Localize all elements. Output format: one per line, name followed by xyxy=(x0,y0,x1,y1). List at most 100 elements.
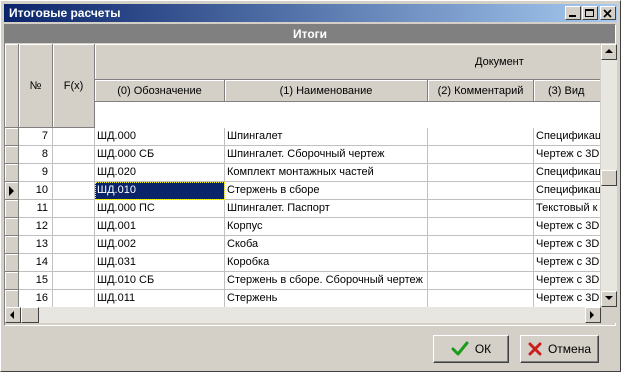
cell-fx[interactable] xyxy=(53,236,95,254)
cell-name[interactable]: Шпингалет. Паспорт xyxy=(225,200,428,218)
minimize-button[interactable] xyxy=(565,6,581,20)
cell-num[interactable]: 9 xyxy=(19,164,53,182)
cell-fx[interactable] xyxy=(53,164,95,182)
cell-num[interactable]: 13 xyxy=(19,236,53,254)
scroll-up-button[interactable] xyxy=(601,44,617,60)
scroll-left-button[interactable] xyxy=(5,307,21,323)
cell-num[interactable]: 15 xyxy=(19,272,53,290)
cancel-button-label: Отмена xyxy=(547,342,592,356)
column-header-designation[interactable]: (0) Обозначение xyxy=(95,80,225,102)
scroll-right-button[interactable] xyxy=(585,307,601,323)
cell-fx[interactable] xyxy=(53,146,95,164)
cell-name[interactable]: Скоба xyxy=(225,236,428,254)
column-header-name[interactable]: (1) Наименование xyxy=(225,80,428,102)
cross-icon xyxy=(528,342,542,356)
row-indicator[interactable] xyxy=(5,146,19,164)
cell-name[interactable]: Корпус xyxy=(225,218,428,236)
cell-name[interactable]: Комплект монтажных частей xyxy=(225,164,428,182)
cell-fx[interactable] xyxy=(53,272,95,290)
row-indicator[interactable] xyxy=(5,128,19,146)
horizontal-scroll-thumb[interactable] xyxy=(21,307,39,323)
cell-designation[interactable]: ШД.031 xyxy=(95,254,225,272)
cell-comment[interactable] xyxy=(428,164,534,182)
cell-type[interactable]: Спецификация xyxy=(534,182,600,200)
cell-num[interactable]: 10 xyxy=(19,182,53,200)
cell-designation[interactable]: ШД.010 xyxy=(95,182,225,200)
cell-num[interactable]: 12 xyxy=(19,218,53,236)
cell-num[interactable]: 14 xyxy=(19,254,53,272)
cell-type[interactable]: Спецификация xyxy=(534,164,600,182)
cell-fx[interactable] xyxy=(53,182,95,200)
cell-designation[interactable]: ШД.002 xyxy=(95,236,225,254)
vertical-scroll-thumb[interactable] xyxy=(601,170,617,186)
title-bar[interactable]: Итоговые расчеты xyxy=(4,4,617,22)
column-header-fx[interactable]: F(x) xyxy=(53,44,95,128)
cell-name[interactable]: Коробка xyxy=(225,254,428,272)
cell-type[interactable]: Чертеж с 3D xyxy=(534,236,600,254)
cell-designation[interactable]: ШД.011 xyxy=(95,290,225,307)
cell-num[interactable]: 7 xyxy=(19,128,53,146)
cell-type[interactable]: Чертеж с 3D xyxy=(534,290,600,307)
cell-comment[interactable] xyxy=(428,254,534,272)
row-indicator[interactable] xyxy=(5,254,19,272)
results-grid[interactable]: № F(x) Документ (0) Обозначение (1) Наим… xyxy=(5,44,600,307)
cell-name[interactable]: Стержень в сборе xyxy=(225,182,428,200)
window-title: Итоговые расчеты xyxy=(9,6,121,20)
cell-type[interactable]: Чертеж с 3D xyxy=(534,272,600,290)
row-indicator[interactable] xyxy=(5,182,19,200)
cell-name[interactable]: Шпингалет. Сборочный чертеж xyxy=(225,146,428,164)
close-icon xyxy=(603,9,612,18)
cell-type[interactable]: Чертеж с 3D xyxy=(534,254,600,272)
cell-type[interactable]: Текстовый к xyxy=(534,200,600,218)
scroll-down-button[interactable] xyxy=(601,291,617,307)
arrow-up-icon xyxy=(605,49,613,53)
cell-num[interactable]: 16 xyxy=(19,290,53,307)
cell-comment[interactable] xyxy=(428,272,534,290)
cell-fx[interactable] xyxy=(53,128,95,146)
cell-comment[interactable] xyxy=(428,128,534,146)
cell-designation[interactable]: ШД.001 xyxy=(95,218,225,236)
cell-num[interactable]: 8 xyxy=(19,146,53,164)
row-indicator[interactable] xyxy=(5,272,19,290)
cell-comment[interactable] xyxy=(428,200,534,218)
cell-comment[interactable] xyxy=(428,290,534,307)
cell-fx[interactable] xyxy=(53,200,95,218)
results-grid-frame: Итоги № F(x) Документ (0) Обозначение (1… xyxy=(4,24,617,326)
row-indicator[interactable] xyxy=(5,218,19,236)
row-indicator[interactable] xyxy=(5,164,19,182)
cell-designation[interactable]: ШД.000 ПС xyxy=(95,200,225,218)
column-header-comment[interactable]: (2) Комментарий xyxy=(428,80,534,102)
cell-comment[interactable] xyxy=(428,182,534,200)
cell-designation[interactable]: ШД.000 СБ xyxy=(95,146,225,164)
row-indicator[interactable] xyxy=(5,236,19,254)
vertical-scrollbar[interactable] xyxy=(601,44,617,307)
ok-button[interactable]: ОК xyxy=(433,335,509,363)
column-header-type[interactable]: (3) Вид xyxy=(534,80,600,102)
cell-comment[interactable] xyxy=(428,236,534,254)
row-indicator[interactable] xyxy=(5,200,19,218)
cell-type[interactable]: Чертеж с 3D xyxy=(534,146,600,164)
cell-fx[interactable] xyxy=(53,290,95,307)
cell-fx[interactable] xyxy=(53,218,95,236)
close-button[interactable] xyxy=(600,6,616,20)
cell-comment[interactable] xyxy=(428,146,534,164)
cell-name[interactable]: Стержень xyxy=(225,290,428,307)
scrollbar-corner xyxy=(601,307,617,323)
cell-designation[interactable]: ШД.000 xyxy=(95,128,225,146)
header-indicator-corner xyxy=(5,44,19,128)
cell-type[interactable]: Чертеж с 3D xyxy=(534,218,600,236)
row-indicator[interactable] xyxy=(5,290,19,307)
maximize-button[interactable] xyxy=(582,6,598,20)
cancel-button[interactable]: Отмена xyxy=(520,335,599,363)
column-header-num[interactable]: № xyxy=(19,44,53,128)
cell-designation[interactable]: ШД.020 xyxy=(95,164,225,182)
cell-num[interactable]: 11 xyxy=(19,200,53,218)
cell-name[interactable]: Шпингалет xyxy=(225,128,428,146)
cell-comment[interactable] xyxy=(428,218,534,236)
cell-type[interactable]: Спецификация xyxy=(534,128,600,146)
arrow-left-icon xyxy=(10,311,14,319)
horizontal-scrollbar[interactable] xyxy=(5,307,601,323)
cell-name[interactable]: Стержень в сборе. Сборочный чертеж xyxy=(225,272,428,290)
cell-fx[interactable] xyxy=(53,254,95,272)
cell-designation[interactable]: ШД.010 СБ xyxy=(95,272,225,290)
